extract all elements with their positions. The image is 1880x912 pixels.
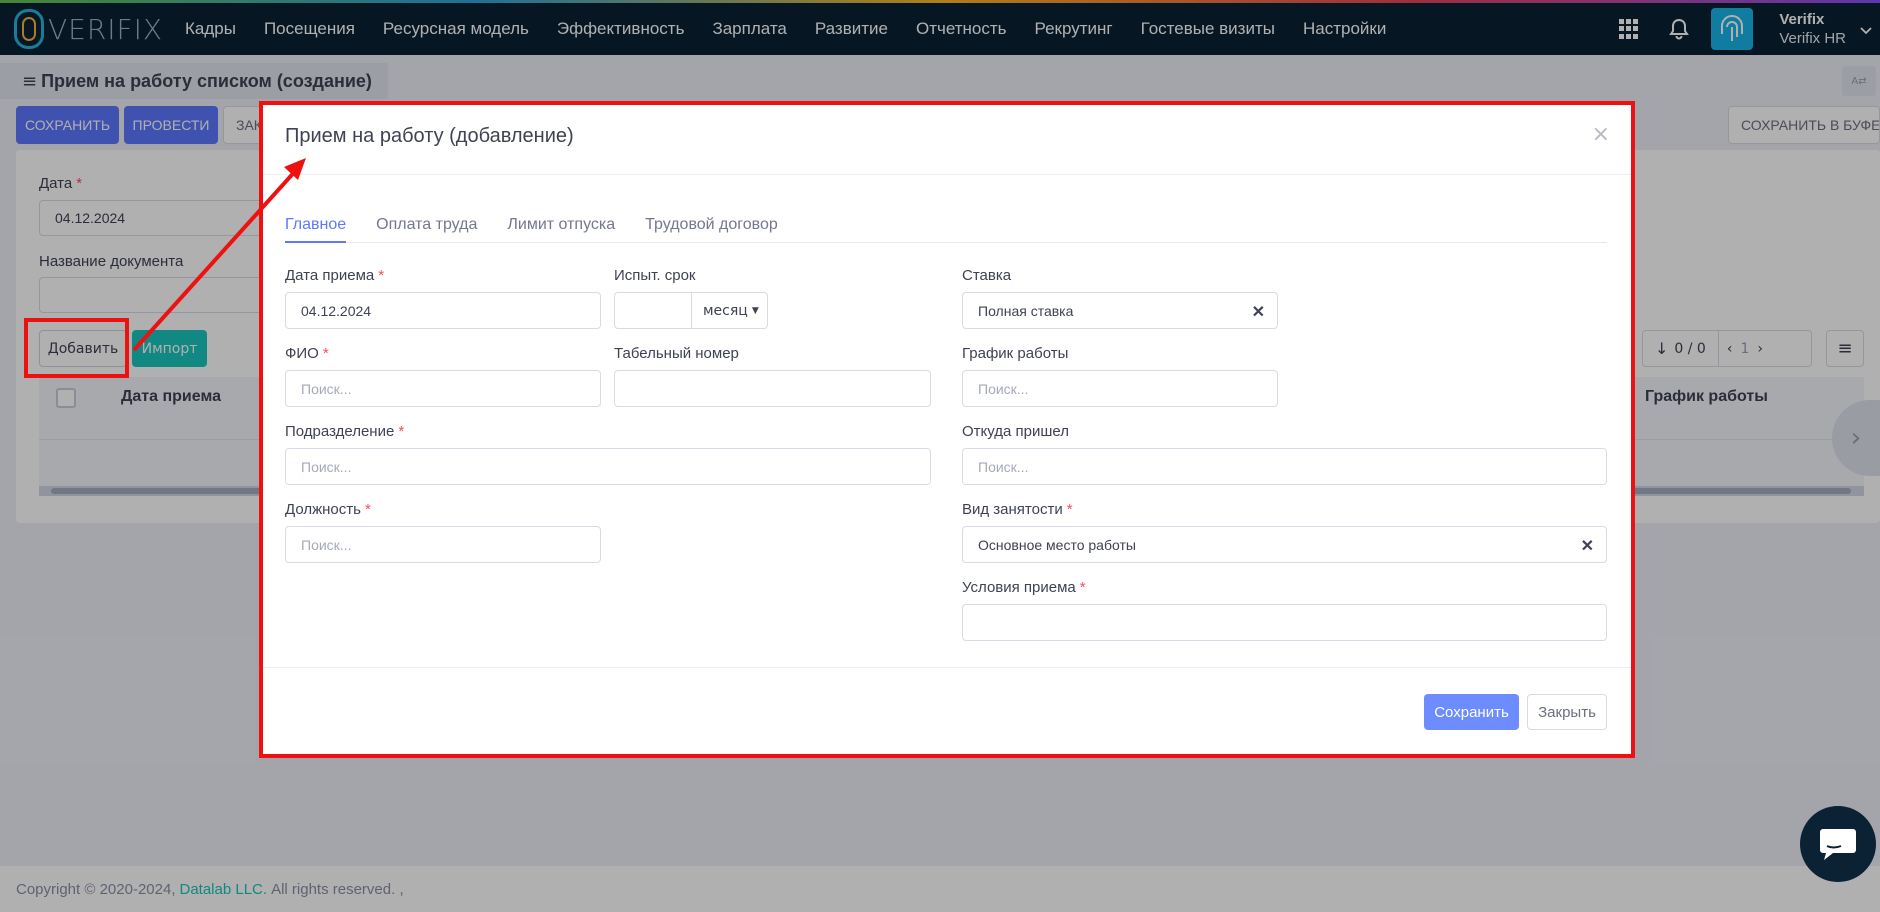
chat-bubble-icon [1820, 829, 1856, 860]
chat-icon[interactable] [1800, 806, 1876, 882]
add-button-highlight-box [24, 318, 129, 378]
modal-highlight-box [259, 101, 1635, 758]
